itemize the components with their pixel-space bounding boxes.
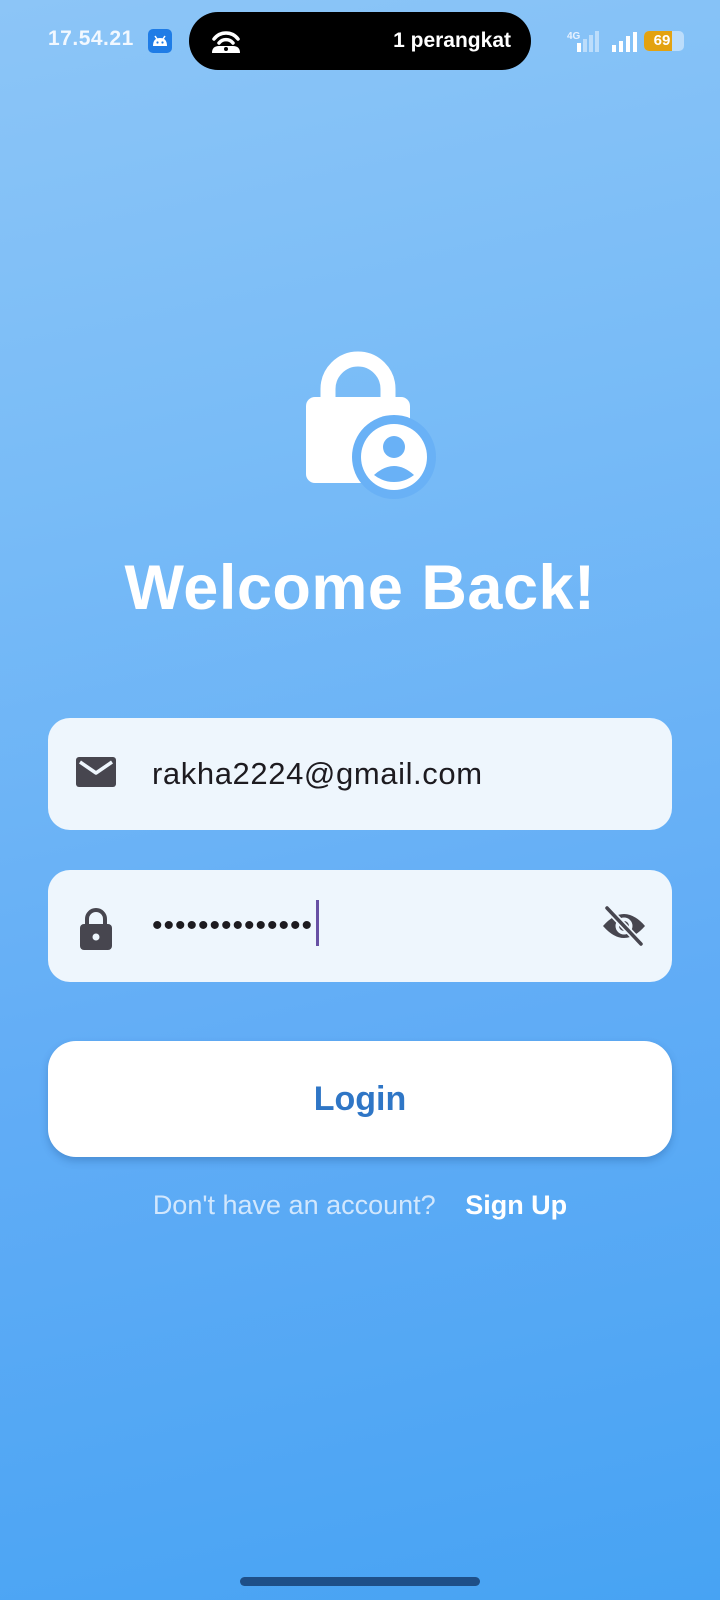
text-cursor	[316, 900, 320, 946]
lock-icon	[75, 906, 117, 955]
password-field[interactable]: ••••••••••••••	[48, 870, 672, 982]
svg-text:4G: 4G	[567, 31, 581, 42]
email-field[interactable]: rakha2224@gmail.com	[48, 718, 672, 830]
hotspot-indicator[interactable]: 1 perangkat	[189, 12, 531, 70]
battery-icon: 69	[644, 31, 684, 51]
visibility-off-icon[interactable]	[600, 904, 648, 953]
home-indicator[interactable]	[240, 1577, 480, 1586]
status-time: 17.54.21	[48, 27, 134, 50]
signal-4g-icon: 4G	[564, 28, 604, 59]
android-app-icon	[148, 29, 172, 53]
signup-prompt: Don't have an account?	[152, 1190, 436, 1220]
status-bar: 17.54.21 1 perangkat 4G 69	[0, 0, 720, 84]
email-icon	[75, 754, 117, 795]
login-button[interactable]: Login	[48, 1041, 672, 1157]
hotspot-icon	[209, 27, 243, 60]
signup-row: Don't have an account? Sign Up	[0, 1190, 720, 1221]
welcome-title: Welcome Back!	[124, 553, 596, 623]
battery-level: 69	[653, 32, 671, 49]
signup-link[interactable]: Sign Up	[465, 1190, 567, 1220]
email-input[interactable]: rakha2224@gmail.com	[152, 756, 483, 792]
signal-icon	[611, 31, 639, 58]
hotspot-device-count: 1 perangkat	[393, 29, 511, 52]
lock-user-icon	[306, 351, 436, 501]
password-input[interactable]: ••••••••••••••	[152, 900, 320, 950]
password-masked-value: ••••••••••••••	[152, 908, 314, 942]
